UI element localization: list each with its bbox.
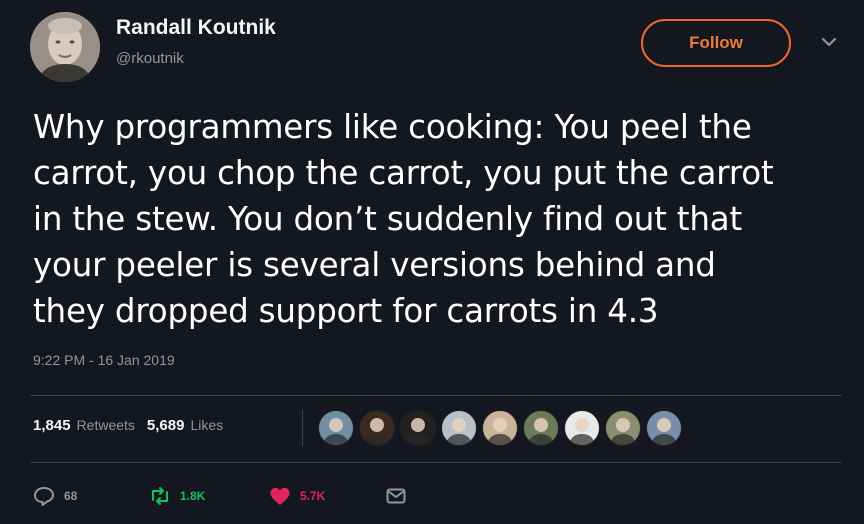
tweet-text-line: they dropped support for carrots in 4.3 xyxy=(33,292,659,330)
stats-separator xyxy=(302,410,303,446)
envelope-icon xyxy=(386,488,406,504)
follow-button[interactable]: Follow xyxy=(641,19,791,67)
liker-avatar[interactable] xyxy=(318,410,354,446)
avatar-icon xyxy=(528,418,554,445)
tweet-text-line: Why programmers like cooking: You peel t… xyxy=(33,108,752,146)
reply-icon xyxy=(34,487,54,506)
engagement-stats: 1,845 Retweets 5,689 Likes xyxy=(33,417,223,434)
tweet-timestamp[interactable]: 9:22 PM - 16 Jan 2019 xyxy=(33,352,175,368)
like-button[interactable]: 5.7K xyxy=(268,482,325,510)
retweets-label[interactable]: Retweets xyxy=(77,417,135,433)
retweets-count[interactable]: 1,845 xyxy=(33,417,71,434)
avatar-icon xyxy=(364,418,390,445)
tweet-card: Randall Koutnik @rkoutnik Follow Why pro… xyxy=(0,0,864,524)
liker-avatar[interactable] xyxy=(564,410,600,446)
retweet-count: 1.8K xyxy=(180,489,206,503)
liker-avatar[interactable] xyxy=(523,410,559,446)
author-handle[interactable]: @rkoutnik xyxy=(116,50,184,67)
heart-icon xyxy=(270,487,290,505)
avatar-icon xyxy=(446,418,472,445)
likes-label[interactable]: Likes xyxy=(190,417,223,433)
liker-avatar[interactable] xyxy=(441,410,477,446)
message-button[interactable] xyxy=(384,482,408,510)
reply-count: 68 xyxy=(64,489,78,503)
avatar-icon xyxy=(487,418,513,445)
avatar-photo-icon xyxy=(30,12,100,82)
liker-avatar[interactable] xyxy=(482,410,518,446)
avatar-icon xyxy=(323,418,349,445)
tweet-text: Why programmers like cooking: You peel t… xyxy=(33,104,853,334)
retweet-icon xyxy=(152,487,168,505)
like-count: 5.7K xyxy=(300,489,326,503)
liker-avatar[interactable] xyxy=(646,410,682,446)
reply-button[interactable]: 68 xyxy=(32,482,77,510)
author-avatar[interactable] xyxy=(30,12,100,82)
avatar-icon xyxy=(610,418,636,445)
tweet-text-line: your peeler is several versions behind a… xyxy=(33,246,716,284)
chevron-down-icon[interactable] xyxy=(818,34,840,50)
avatar-icon xyxy=(569,418,595,445)
divider xyxy=(30,395,842,396)
liker-avatars xyxy=(318,410,687,448)
tweet-text-line: carrot, you chop the carrot, you put the… xyxy=(33,154,774,192)
likes-count[interactable]: 5,689 xyxy=(147,417,185,434)
author-name[interactable]: Randall Koutnik xyxy=(116,16,276,40)
avatar-icon xyxy=(405,418,431,445)
retweet-button[interactable]: 1.8K xyxy=(148,482,205,510)
liker-avatar[interactable] xyxy=(605,410,641,446)
liker-avatar[interactable] xyxy=(400,410,436,446)
tweet-text-line: in the stew. You don’t suddenly find out… xyxy=(33,200,742,238)
liker-avatar[interactable] xyxy=(359,410,395,446)
divider xyxy=(30,462,842,463)
avatar-icon xyxy=(651,418,677,445)
